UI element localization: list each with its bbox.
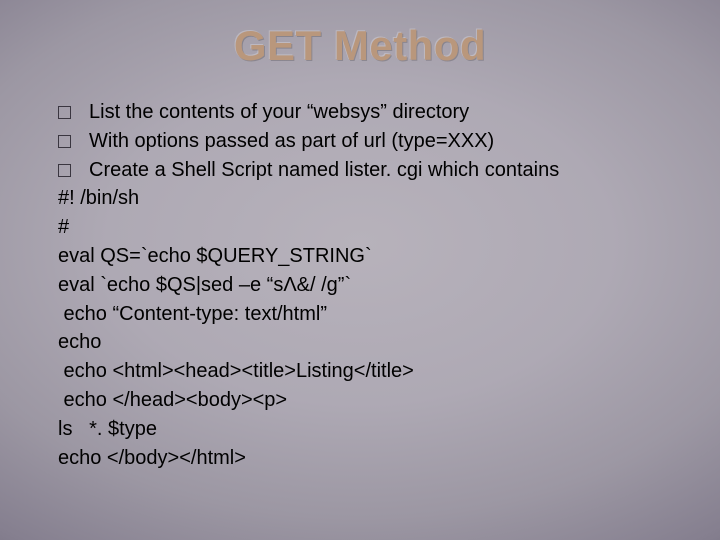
bullet-text: List the contents of your “websys” direc… bbox=[89, 98, 469, 127]
slide-body: List the contents of your “websys” direc… bbox=[58, 98, 662, 472]
code-line: echo </body></html> bbox=[58, 444, 662, 473]
square-bullet-icon bbox=[58, 106, 71, 119]
code-line: echo </head><body><p> bbox=[58, 386, 662, 415]
code-line: echo <html><head><title>Listing</title> bbox=[58, 357, 662, 386]
code-line: #! /bin/sh bbox=[58, 184, 662, 213]
code-line: # bbox=[58, 213, 662, 242]
square-bullet-icon bbox=[58, 164, 71, 177]
bullet-item: List the contents of your “websys” direc… bbox=[58, 98, 662, 127]
bullet-text: Create a Shell Script named lister. cgi … bbox=[89, 156, 559, 185]
code-line: echo bbox=[58, 328, 662, 357]
square-bullet-icon bbox=[58, 135, 71, 148]
bullet-item: With options passed as part of url (type… bbox=[58, 127, 662, 156]
code-line: ls *. $type bbox=[58, 415, 662, 444]
bullet-item: Create a Shell Script named lister. cgi … bbox=[58, 156, 662, 185]
slide: GET Method List the contents of your “we… bbox=[0, 0, 720, 540]
code-line: echo “Content-type: text/html” bbox=[58, 300, 662, 329]
bullet-text: With options passed as part of url (type… bbox=[89, 127, 494, 156]
code-line: eval `echo $QS|sed –e “sΛ&/ /g”` bbox=[58, 271, 662, 300]
code-line: eval QS=`echo $QUERY_STRING` bbox=[58, 242, 662, 271]
slide-title: GET Method bbox=[58, 22, 662, 70]
